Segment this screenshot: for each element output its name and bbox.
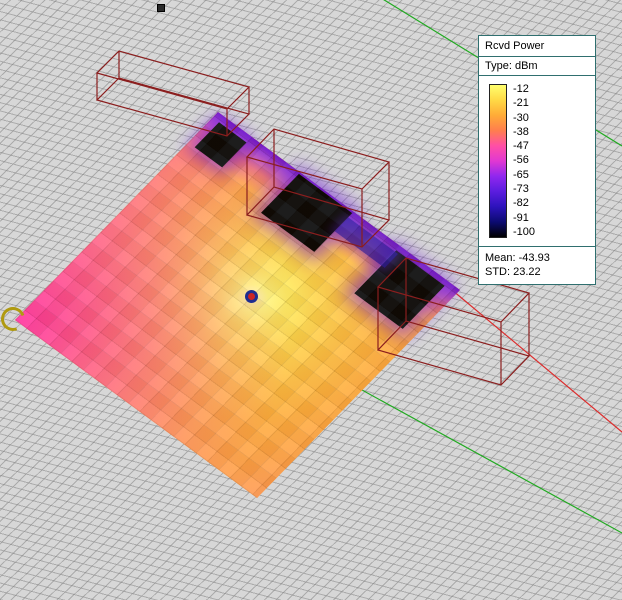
scale-tick-label: -100 xyxy=(513,227,535,238)
vertex-marker xyxy=(157,4,165,12)
legend-scale: -12 -21 -30 -38 -47 -56 -65 -73 -82 -91 … xyxy=(479,76,595,247)
building-wireframe-2[interactable] xyxy=(247,129,389,247)
legend-type-label: Type: dBm xyxy=(479,57,595,76)
legend-colorbar xyxy=(489,84,507,238)
legend-stats: Mean: -43.93 STD: 23.22 xyxy=(479,247,595,284)
scale-tick-label: -47 xyxy=(513,141,535,152)
legend-scale-labels: -12 -21 -30 -38 -47 -56 -65 -73 -82 -91 … xyxy=(513,84,535,238)
scale-tick-label: -38 xyxy=(513,127,535,138)
legend-panel: Rcvd Power Type: dBm -12 -21 -30 -38 -47… xyxy=(478,35,596,285)
transmitter-marker[interactable] xyxy=(245,290,258,303)
legend-std: STD: 23.22 xyxy=(485,265,589,279)
legend-title: Rcvd Power xyxy=(479,36,595,57)
scale-tick-label: -56 xyxy=(513,155,535,166)
scale-tick-label: -73 xyxy=(513,184,535,195)
scale-tick-label: -21 xyxy=(513,98,535,109)
scale-tick-label: -82 xyxy=(513,198,535,209)
legend-mean: Mean: -43.93 xyxy=(485,251,589,265)
building-wireframe-1[interactable] xyxy=(97,51,249,136)
scale-tick-label: -65 xyxy=(513,170,535,181)
scale-tick-label: -91 xyxy=(513,213,535,224)
viewport-3d[interactable]: Rcvd Power Type: dBm -12 -21 -30 -38 -47… xyxy=(0,0,622,600)
scale-tick-label: -30 xyxy=(513,113,535,124)
scale-tick-label: -12 xyxy=(513,84,535,95)
